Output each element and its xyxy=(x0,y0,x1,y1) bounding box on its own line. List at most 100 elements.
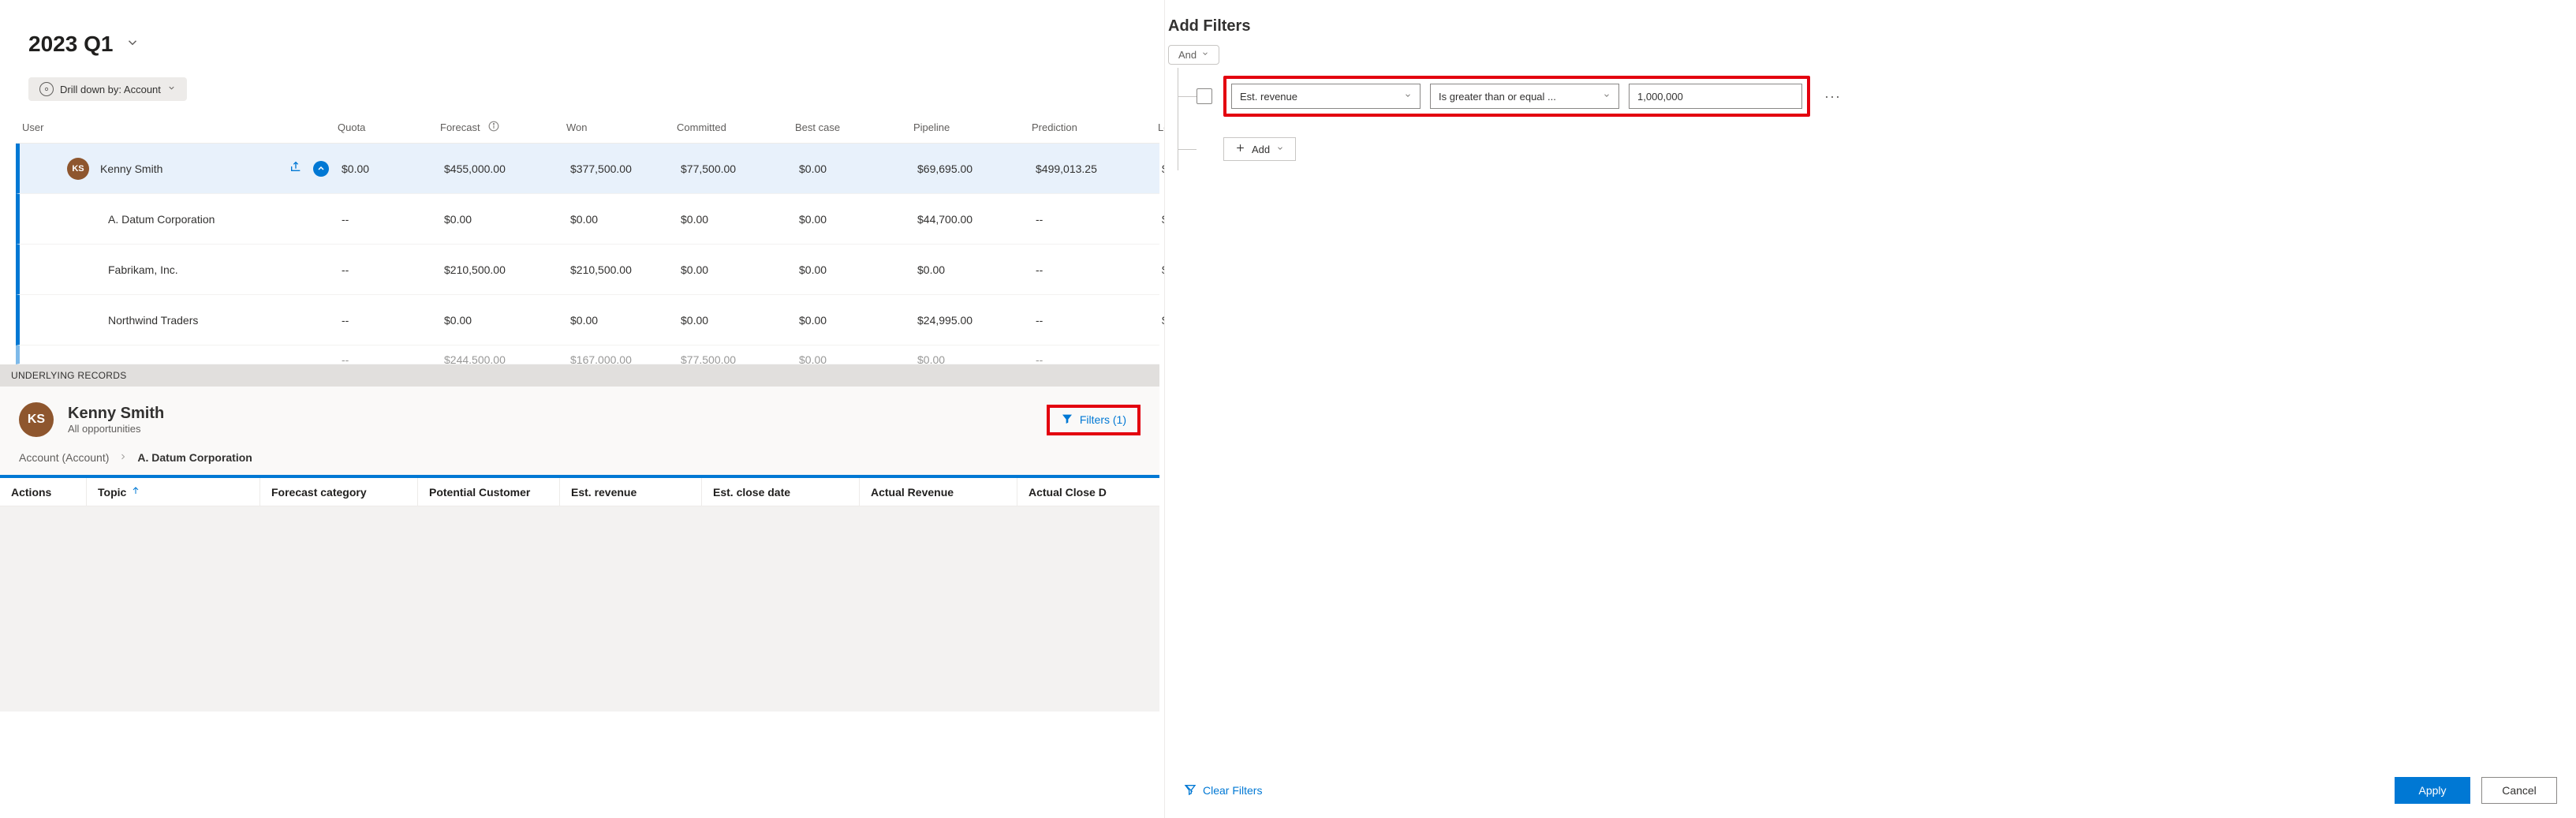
col-committed[interactable]: Committed xyxy=(670,117,789,138)
cell-prediction: -- xyxy=(1029,346,1155,364)
cell-prediction: $499,013.25 xyxy=(1029,155,1155,183)
logic-operator-select[interactable]: And xyxy=(1168,45,1219,65)
user-name: A. Datum Corporation xyxy=(108,213,329,226)
plus-icon xyxy=(1235,143,1245,155)
cell-committed: $0.00 xyxy=(674,205,793,233)
filter-field-value: Est. revenue xyxy=(1240,91,1297,103)
col-topic-label: Topic xyxy=(98,486,126,499)
cell-prediction: -- xyxy=(1029,205,1155,233)
cell-pipeline: $69,695.00 xyxy=(911,155,1029,183)
chevron-right-icon xyxy=(118,451,128,464)
cell-bestcase: $0.00 xyxy=(793,205,911,233)
cell-forecast: $0.00 xyxy=(438,306,564,334)
col-topic[interactable]: Topic xyxy=(87,478,260,506)
cell-lost: $0.00 xyxy=(1155,346,1159,364)
cell-pipeline: $44,700.00 xyxy=(911,205,1029,233)
chevron-down-icon xyxy=(1276,144,1284,155)
col-forecast-category[interactable]: Forecast category xyxy=(260,478,418,506)
cell-pipeline: $24,995.00 xyxy=(911,306,1029,334)
col-bestcase[interactable]: Best case xyxy=(789,117,907,138)
filter-value-text: 1,000,000 xyxy=(1637,91,1683,103)
more-options-icon[interactable]: ··· xyxy=(1821,88,1844,105)
filters-panel-title: Add Filters xyxy=(1165,0,2560,45)
user-name: Fabrikam, Inc. xyxy=(108,263,329,276)
underlying-user-name: Kenny Smith xyxy=(68,405,164,423)
clear-filters-link[interactable]: Clear Filters xyxy=(1184,783,1262,798)
cell-won: $210,500.00 xyxy=(564,256,674,284)
col-actual-revenue[interactable]: Actual Revenue xyxy=(860,478,1017,506)
breadcrumb-current: A. Datum Corporation xyxy=(137,451,252,464)
chevron-down-icon xyxy=(167,84,176,95)
cell-forecast: $0.00 xyxy=(438,205,564,233)
apply-button[interactable]: Apply xyxy=(2395,777,2470,804)
add-condition-button[interactable]: Add xyxy=(1223,137,1296,161)
col-potential-customer[interactable]: Potential Customer xyxy=(418,478,560,506)
filters-button-label: Filters (1) xyxy=(1080,413,1126,426)
user-name: Northwind Traders xyxy=(108,314,329,327)
cell-pipeline: $0.00 xyxy=(911,256,1029,284)
records-empty-area xyxy=(0,506,1159,712)
cell-committed: $0.00 xyxy=(674,306,793,334)
col-actions[interactable]: Actions xyxy=(0,478,87,506)
table-row[interactable]: -- $244,500.00 $167,000.00 $77,500.00 $0… xyxy=(16,346,1159,364)
col-quota[interactable]: Quota xyxy=(331,117,434,138)
cell-quota: -- xyxy=(335,346,438,364)
table-row[interactable]: KS Kenny Smith $0.00 $455,000.00 $377,50… xyxy=(16,144,1159,194)
chevron-down-icon xyxy=(1404,92,1412,102)
filters-button[interactable]: Filters (1) xyxy=(1047,405,1141,435)
cell-won: $377,500.00 xyxy=(564,155,674,183)
period-title: 2023 Q1 xyxy=(28,32,113,57)
funnel-clear-icon xyxy=(1184,783,1197,798)
col-forecast-label: Forecast xyxy=(440,121,480,133)
filter-field-select[interactable]: Est. revenue xyxy=(1231,84,1421,109)
col-pipeline[interactable]: Pipeline xyxy=(907,117,1025,138)
chevron-down-icon xyxy=(1201,50,1209,60)
col-est-revenue[interactable]: Est. revenue xyxy=(560,478,702,506)
table-row[interactable]: Northwind Traders -- $0.00 $0.00 $0.00 $… xyxy=(16,295,1159,346)
cancel-button[interactable]: Cancel xyxy=(2481,777,2557,804)
condition-group: Est. revenue Is greater than or equal ..… xyxy=(1223,76,1810,117)
clear-filters-label: Clear Filters xyxy=(1203,784,1262,797)
cell-quota: $0.00 xyxy=(335,155,438,183)
target-icon xyxy=(39,82,54,96)
cell-bestcase: $0.00 xyxy=(793,155,911,183)
table-row[interactable]: A. Datum Corporation -- $0.00 $0.00 $0.0… xyxy=(16,194,1159,245)
drilldown-by-pill[interactable]: Drill down by: Account xyxy=(28,77,187,101)
filter-operator-select[interactable]: Is greater than or equal ... xyxy=(1430,84,1619,109)
drilldown-label: Drill down by: Account xyxy=(60,84,161,95)
filter-value-input[interactable]: 1,000,000 xyxy=(1629,84,1802,109)
col-forecast[interactable]: Forecast xyxy=(434,116,560,139)
add-button-label: Add xyxy=(1252,144,1270,155)
col-user[interactable]: User xyxy=(16,117,331,138)
underlying-subtitle: All opportunities xyxy=(68,423,164,435)
avatar: KS xyxy=(19,402,54,437)
breadcrumb: Account (Account) A. Datum Corporation xyxy=(0,445,1159,478)
info-icon[interactable] xyxy=(488,121,499,134)
chevron-down-icon xyxy=(1603,92,1611,102)
condition-checkbox[interactable] xyxy=(1197,88,1212,104)
records-table-header: Actions Topic Forecast category Potentia… xyxy=(0,478,1159,506)
cell-committed: $77,500.00 xyxy=(674,346,793,364)
cell-forecast: $210,500.00 xyxy=(438,256,564,284)
cell-bestcase: $0.00 xyxy=(793,256,911,284)
col-prediction[interactable]: Prediction xyxy=(1025,117,1152,138)
share-icon[interactable] xyxy=(289,160,302,177)
table-row[interactable]: Fabrikam, Inc. -- $210,500.00 $210,500.0… xyxy=(16,245,1159,295)
cell-pipeline: $0.00 xyxy=(911,346,1029,364)
col-est-close-date[interactable]: Est. close date xyxy=(702,478,860,506)
cell-bestcase: $0.00 xyxy=(793,346,911,364)
col-actual-close-date[interactable]: Actual Close D xyxy=(1017,478,1175,506)
underlying-records-label: UNDERLYING RECORDS xyxy=(11,370,127,381)
cell-prediction: -- xyxy=(1029,306,1155,334)
chevron-down-icon[interactable] xyxy=(125,35,140,54)
cell-forecast: $244,500.00 xyxy=(438,346,564,364)
cell-committed: $77,500.00 xyxy=(674,155,793,183)
col-won[interactable]: Won xyxy=(560,117,670,138)
cell-won: $167,000.00 xyxy=(564,346,674,364)
underlying-records-header: UNDERLYING RECORDS xyxy=(0,364,1159,387)
filter-operator-value: Is greater than or equal ... xyxy=(1439,91,1556,103)
breadcrumb-root[interactable]: Account (Account) xyxy=(19,451,109,464)
cell-won: $0.00 xyxy=(564,205,674,233)
avatar: KS xyxy=(67,158,89,180)
info-badge-icon[interactable] xyxy=(313,161,329,177)
